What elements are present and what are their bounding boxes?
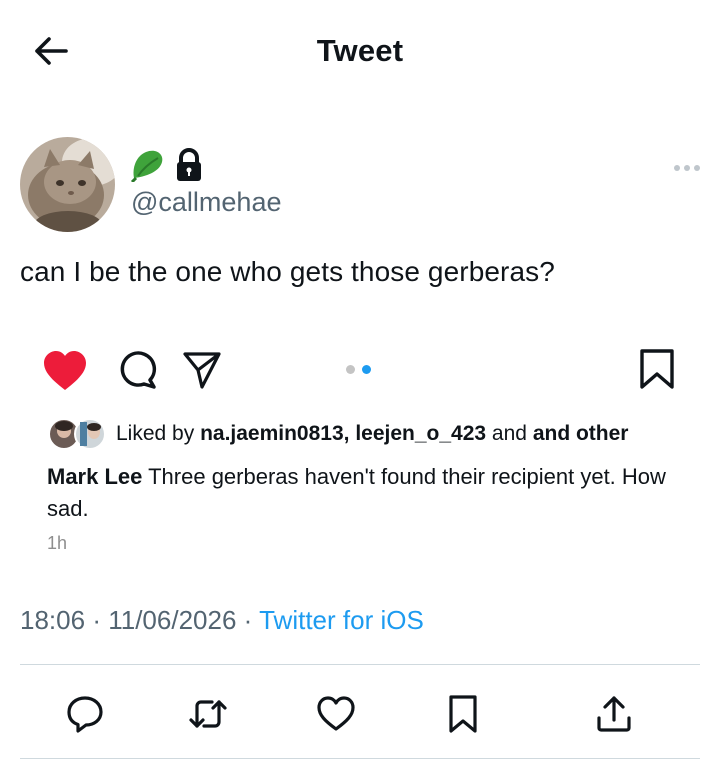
user-handle[interactable]: @callmehae — [131, 187, 281, 218]
post-caption: Mark Lee Three gerberas haven't found th… — [47, 461, 687, 525]
liked-connector: and — [491, 422, 527, 445]
tweet-text: can I be the one who gets those gerberas… — [20, 256, 555, 287]
page-title: Tweet — [316, 33, 404, 68]
tweet-date: 11/06/2026 — [108, 605, 237, 635]
retweet-icon[interactable] — [188, 694, 228, 734]
liked-by: Liked by na.jaemin0813, leejen_o_423 and… — [48, 418, 628, 450]
reply-icon[interactable] — [65, 694, 105, 734]
save-bookmark-icon[interactable] — [638, 348, 676, 390]
more-options-icon[interactable] — [672, 161, 702, 175]
share-send-icon[interactable] — [182, 350, 222, 390]
divider — [20, 758, 700, 759]
avatar — [74, 418, 106, 450]
tweet-meta: 18:06 · 11/06/2026 · Twitter for iOS — [20, 605, 424, 636]
meta-separator: · — [92, 605, 101, 635]
carousel-dot — [346, 365, 355, 374]
tweet-action-bar — [0, 680, 720, 750]
cat-avatar-icon — [20, 137, 115, 232]
avatar[interactable] — [20, 137, 115, 232]
bookmark-icon[interactable] — [443, 694, 483, 734]
comment-bubble-icon[interactable] — [117, 349, 159, 391]
carousel-dot-active — [362, 365, 371, 374]
like-heart-icon[interactable] — [316, 694, 356, 734]
divider — [20, 664, 700, 665]
liked-avatars — [48, 418, 110, 450]
caption-author[interactable]: Mark Lee — [47, 464, 142, 489]
embedded-post-actions — [42, 347, 682, 392]
tweet-time: 18:06 — [20, 605, 86, 635]
meta-separator: · — [243, 605, 253, 635]
display-name[interactable] — [130, 148, 204, 182]
post-time-ago: 1h — [47, 533, 68, 553]
liked-prefix: Liked by — [116, 422, 195, 445]
heart-filled-icon[interactable] — [42, 350, 88, 392]
lock-icon — [177, 148, 201, 181]
share-upload-icon[interactable] — [594, 694, 634, 734]
carousel-dots — [342, 363, 376, 375]
tweet-source-link[interactable]: Twitter for iOS — [259, 605, 424, 635]
liked-others[interactable]: and other — [533, 422, 629, 446]
liked-users[interactable]: na.jaemin0813, leejen_o_423 — [200, 422, 486, 446]
lettuce-emoji-icon — [130, 150, 163, 182]
header: Tweet — [0, 0, 720, 105]
